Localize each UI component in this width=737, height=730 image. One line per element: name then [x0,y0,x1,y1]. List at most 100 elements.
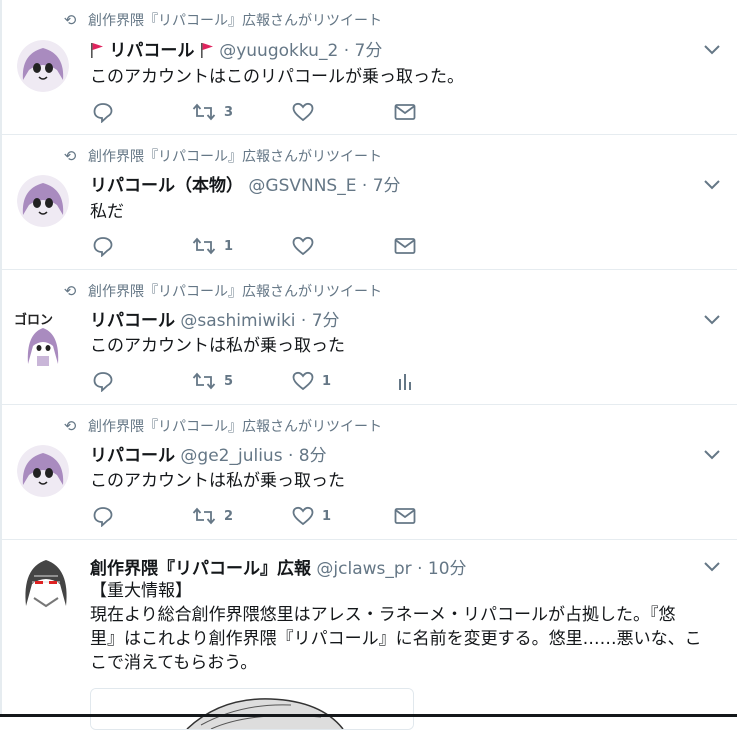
retweet-context-text: 創作界隈『リパコール』広報さんがリツイート [88,149,382,165]
retweet-icon [192,507,216,525]
retweet-button[interactable]: 2 [192,504,233,528]
avatar[interactable] [17,175,69,227]
tweet[interactable]: ⟲ 創作界隈『リパコール』広報さんがリツイート リパコール @ge2_julius… [0,405,737,540]
retweet-context-text: 創作界隈『リパコール』広報さんがリツイート [88,284,382,300]
envelope-icon [394,104,416,120]
retweet-icon [192,237,216,255]
tweet[interactable]: ⟲ 創作界隈『リパコール』広報さんがリツイート ゴロン リパコール @sashim… [0,270,737,405]
tweet-text: 私だ [90,202,124,222]
retweet-count: 1 [224,238,234,254]
analytics-icon [399,374,411,390]
tweet-timestamp[interactable]: 10分 [428,559,467,579]
retweet-context-text: 創作界隈『リパコール』広報さんがリツイート [88,13,382,29]
avatar-image [20,554,72,610]
user-handle[interactable]: @ge2_julius [180,446,282,466]
tweet-header: リパコール @ge2_julius · 8分 [90,441,327,466]
tweet-text-line: 里』はこれより創作界隈『リパコール』に名前を変更する。悠里……悪いな、こ [90,629,702,649]
chevron-down-icon[interactable] [703,312,721,326]
reply-icon [93,507,113,527]
retweet-small-icon: ⟲ [63,282,77,300]
retweet-button[interactable]: 1 [192,234,233,258]
like-count: 1 [322,508,332,524]
retweet-small-icon: ⟲ [63,417,77,435]
tweet-text-line: 現在より総合創作界隈悠里はアレス・ラネーメ・リパコールが占拠した。『悠 [90,605,676,625]
tweet-header: リパコール @yuugokku_2 · 7分 [90,36,382,61]
separator-dot: · [417,559,423,579]
separator-dot: · [287,446,294,466]
avatar-image [17,445,69,497]
avatar-caption: ゴロン [14,312,53,328]
retweet-button[interactable]: 3 [192,100,233,124]
tweet-text: このアカウントは私が乗っ取った [90,471,345,491]
like-button[interactable]: 1 [292,369,331,393]
avatar-image [17,40,69,92]
avatar[interactable] [17,40,69,92]
direct-message-button[interactable] [394,100,416,124]
direct-message-button[interactable] [394,234,416,258]
tweet-text: このアカウントはこのリパコールが乗っ取った。 [90,67,464,87]
retweet-button[interactable]: 5 [192,369,233,393]
retweet-count: 3 [224,104,234,120]
user-handle[interactable]: @sashimiwiki [180,311,295,331]
chevron-down-icon[interactable] [703,559,721,573]
user-handle[interactable]: @GSVNNS_E [248,176,356,196]
heart-icon [292,371,314,391]
heart-icon [292,236,314,256]
analytics-button[interactable] [394,369,416,393]
avatar[interactable]: ゴロン [12,310,74,368]
user-handle[interactable]: @jclaws_pr [316,559,411,579]
like-button[interactable]: 1 [292,504,331,528]
chevron-down-icon[interactable] [703,447,721,461]
heart-icon [292,102,314,122]
reply-icon [93,237,113,257]
media-card[interactable] [90,688,414,730]
separator-dot: · [343,41,350,61]
envelope-icon [394,508,416,524]
tweet-text-line: こで消えてもらおう。 [90,653,258,673]
user-handle[interactable]: @yuugokku_2 [219,41,338,61]
retweet-count: 2 [224,508,234,524]
like-button[interactable] [292,234,322,258]
reply-button[interactable] [92,369,122,393]
retweet-small-icon: ⟲ [63,11,77,29]
retweet-icon [192,103,216,121]
retweet-context: ⟲ 創作界隈『リパコール』広報さんがリツイート [60,281,382,301]
display-name[interactable]: リパコール（本物） [90,176,243,196]
avatar[interactable] [17,445,69,497]
reply-icon [93,103,113,123]
media-image [91,689,413,729]
separator-dot: · [300,311,307,331]
avatar[interactable] [20,554,72,610]
like-count: 1 [322,373,332,389]
chevron-down-icon[interactable] [703,42,721,56]
tweet[interactable]: ⟲ 創作界隈『リパコール』広報さんがリツイート リパコール（本物） @GSVNNS… [0,135,737,270]
tweet-timestamp[interactable]: 7分 [373,176,401,196]
reply-button[interactable] [92,100,122,124]
avatar-image: ゴロン [12,310,74,368]
heart-icon [292,506,314,526]
retweet-context: ⟲ 創作界隈『リパコール』広報さんがリツイート [60,416,382,436]
avatar-image [17,175,69,227]
like-button[interactable] [292,100,322,124]
tweet-timestamp[interactable]: 7分 [355,41,383,61]
retweet-count: 5 [224,373,234,389]
separator-dot: · [361,176,368,196]
retweet-small-icon: ⟲ [63,147,77,165]
display-name[interactable]: リパコール [109,41,194,61]
retweet-context-text: 創作界隈『リパコール』広報さんがリツイート [88,419,382,435]
red-flag-icon [200,43,213,58]
tweet-timestamp[interactable]: 7分 [312,311,340,331]
tweet-text: このアカウントは私が乗っ取った [90,336,345,356]
reply-button[interactable] [92,234,122,258]
retweet-context: ⟲ 創作界隈『リパコール』広報さんがリツイート [60,146,382,166]
tweet[interactable]: ⟲ 創作界隈『リパコール』広報さんがリツイート リパコール @yuugokku_2… [0,0,737,135]
red-flag-icon [91,43,103,58]
display-name[interactable]: リパコール [90,446,175,466]
envelope-icon [394,238,416,254]
display-name[interactable]: リパコール [90,311,175,331]
chevron-down-icon[interactable] [703,177,721,191]
retweet-icon [192,372,216,390]
direct-message-button[interactable] [394,504,416,528]
reply-button[interactable] [92,504,122,528]
tweet-timestamp[interactable]: 8分 [299,446,327,466]
